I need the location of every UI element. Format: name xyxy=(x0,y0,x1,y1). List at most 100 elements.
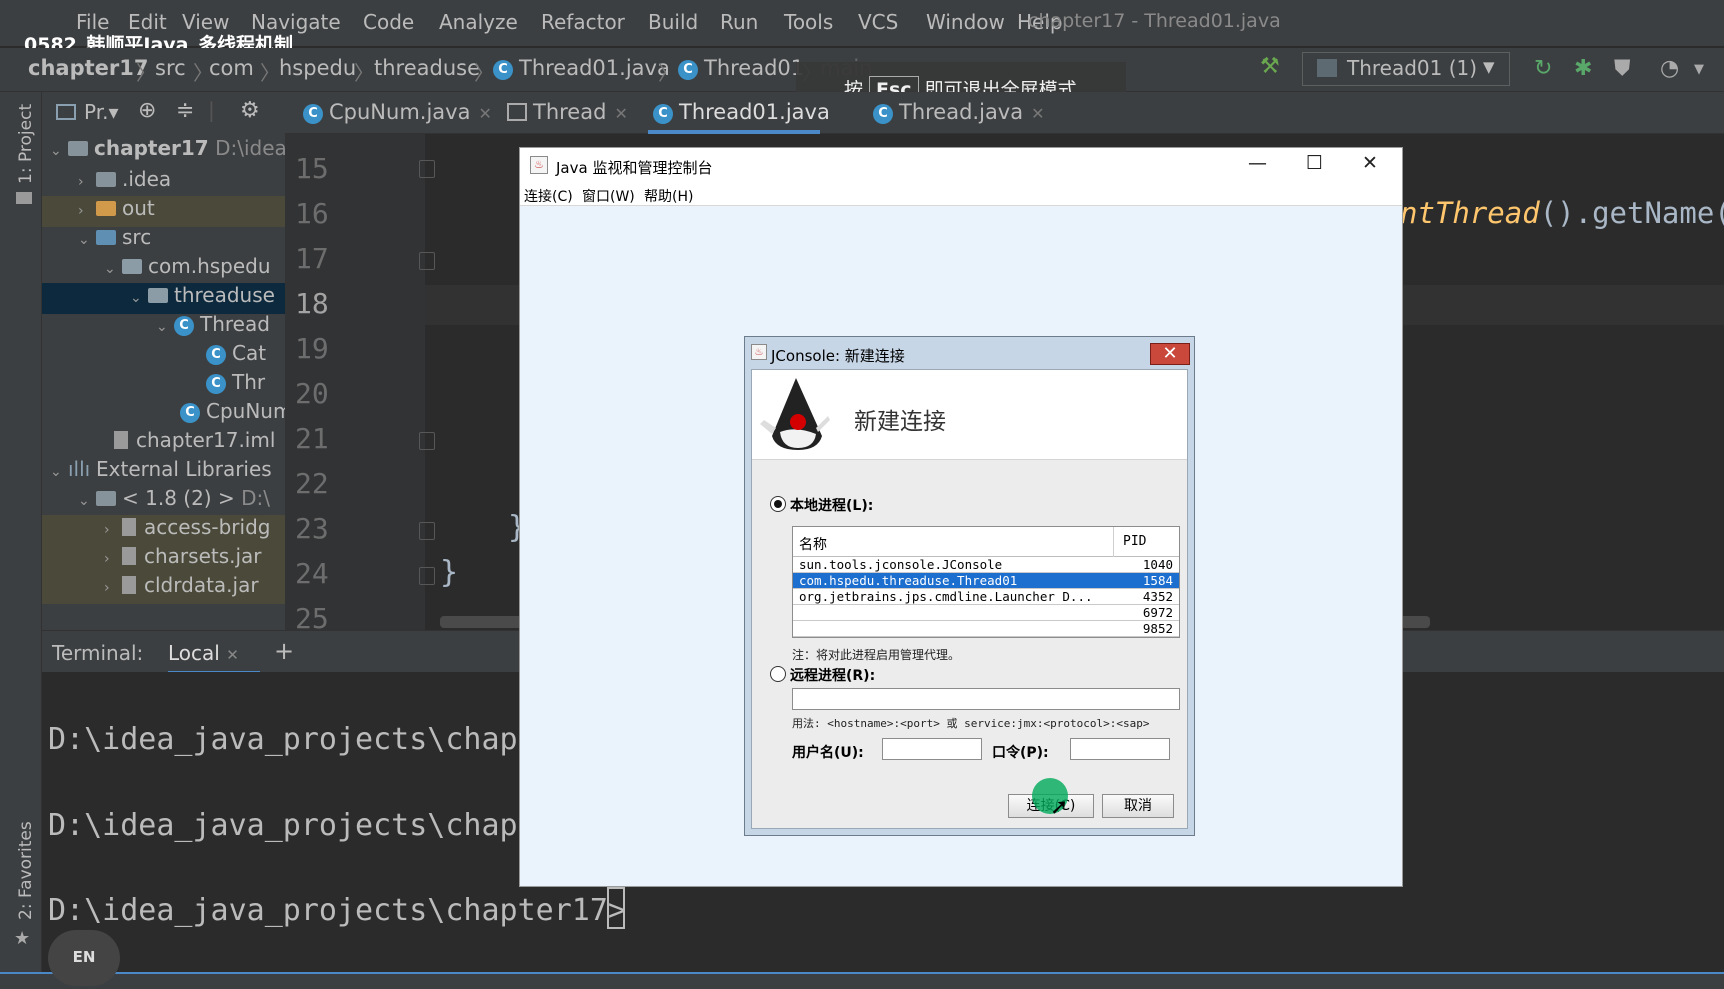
tree-item-thr[interactable]: C Thr xyxy=(42,370,285,401)
cancel-button[interactable]: 取消 xyxy=(1102,794,1174,818)
add-terminal-button[interactable]: + xyxy=(274,637,294,665)
tree-item-external-libraries[interactable]: ⌄ ıllı External Libraries xyxy=(42,457,285,488)
menu-connection[interactable]: 连接(C) xyxy=(524,186,573,206)
local-process-radio[interactable] xyxy=(770,496,786,512)
breadcrumb-com[interactable]: com xyxy=(209,56,254,80)
fold-marker-icon[interactable] xyxy=(419,522,435,540)
username-input[interactable] xyxy=(882,738,982,760)
menu-refactor[interactable]: Refactor xyxy=(541,10,625,34)
coverage-shield-icon[interactable]: ⛊ xyxy=(1614,56,1631,81)
fold-marker-icon[interactable] xyxy=(419,567,435,585)
tree-label: chapter17.iml xyxy=(136,428,276,452)
run-configuration-select[interactable]: Thread01 (1) ▼ xyxy=(1302,52,1510,86)
tree-item-com-hspedu[interactable]: ⌄ com.hspedu xyxy=(42,254,285,285)
tree-item-charsets[interactable]: › charsets.jar xyxy=(42,544,285,575)
close-icon[interactable]: ✕ xyxy=(1031,104,1044,123)
chevron-down-icon[interactable]: ⌄ xyxy=(50,143,68,159)
menu-window[interactable]: Window xyxy=(926,10,1005,34)
tab-thread-java[interactable]: C Thread.java ✕ xyxy=(873,100,1045,124)
chevron-down-icon[interactable]: ⌄ xyxy=(78,232,96,248)
tab-cpunum[interactable]: C CpuNum.java ✕ xyxy=(303,100,492,124)
class-icon: C xyxy=(180,403,200,423)
line-number: 23 xyxy=(295,512,329,545)
favorites-tool-tab[interactable]: 2: Favorites xyxy=(16,821,36,920)
table-row[interactable]: sun.tools.jconsole.JConsole 1040 xyxy=(793,557,1179,573)
password-input[interactable] xyxy=(1070,738,1170,760)
menu-window[interactable]: 窗口(W) xyxy=(582,186,635,206)
table-row-selected[interactable]: com.hspedu.threaduse.Thread01 1584 xyxy=(793,573,1179,589)
menu-code[interactable]: Code xyxy=(363,10,414,34)
chevron-down-icon[interactable]: ⌄ xyxy=(156,319,174,335)
menu-analyze[interactable]: Analyze xyxy=(439,10,518,34)
jdk-folder-icon xyxy=(96,491,116,506)
project-view-select[interactable]: Pr.▾ xyxy=(84,100,119,124)
tree-item-cat[interactable]: C Cat xyxy=(42,341,285,372)
chevron-right-icon[interactable]: › xyxy=(104,580,122,596)
maximize-icon[interactable]: ☐ xyxy=(1306,152,1323,174)
locate-target-icon[interactable]: ⊕ xyxy=(138,98,156,123)
chevron-right-icon[interactable]: › xyxy=(78,203,96,219)
menu-help[interactable]: 帮助(H) xyxy=(644,186,693,206)
debug-bug-icon[interactable]: ✱ xyxy=(1574,56,1592,81)
chevron-down-icon[interactable]: ⌄ xyxy=(104,261,122,277)
menu-run[interactable]: Run xyxy=(720,10,758,34)
tree-item-cpunum[interactable]: C CpuNum xyxy=(42,399,285,430)
build-hammer-icon[interactable]: ⚒ xyxy=(1260,54,1280,79)
tree-item-jdk[interactable]: ⌄ < 1.8 (2) > D:\ xyxy=(42,486,285,517)
tree-item-threaduse[interactable]: ⌄ threaduse xyxy=(42,283,285,314)
tree-item-src[interactable]: ⌄ src xyxy=(42,225,285,256)
tree-item-idea[interactable]: › .idea xyxy=(42,167,285,198)
table-row[interactable]: 9852 xyxy=(793,621,1179,637)
chevron-down-icon[interactable]: ⌄ xyxy=(50,464,68,480)
menu-vcs[interactable]: VCS xyxy=(858,10,898,34)
process-pid: 6972 xyxy=(1142,605,1173,620)
tree-item-thread-class[interactable]: ⌄ C Thread xyxy=(42,312,285,343)
tree-item-iml[interactable]: chapter17.iml xyxy=(42,428,285,459)
minimize-icon[interactable]: — xyxy=(1248,152,1267,174)
tree-item-access-bridge[interactable]: › access-bridg xyxy=(42,515,285,546)
close-button[interactable]: ✕ xyxy=(1150,343,1190,365)
gear-icon[interactable]: ⚙ xyxy=(240,98,260,123)
profile-icon[interactable]: ◔ xyxy=(1660,56,1679,81)
column-name[interactable]: 名称 xyxy=(799,534,827,554)
tab-thread01[interactable]: C Thread01.java xyxy=(653,100,830,124)
remote-process-input[interactable] xyxy=(792,688,1180,710)
breadcrumb-src[interactable]: src xyxy=(155,56,186,80)
close-icon[interactable]: ✕ xyxy=(1362,152,1378,174)
collapse-all-icon[interactable]: ≑ xyxy=(176,98,194,123)
fold-marker-icon[interactable] xyxy=(419,252,435,270)
close-icon[interactable]: ✕ xyxy=(614,104,627,123)
star-icon: ★ xyxy=(14,928,31,949)
rerun-icon[interactable]: ↻ xyxy=(1534,56,1552,81)
table-row[interactable]: org.jetbrains.jps.cmdline.Launcher D... 4… xyxy=(793,589,1179,605)
close-icon[interactable]: ✕ xyxy=(226,646,239,664)
remote-process-radio[interactable] xyxy=(770,666,786,682)
menu-tools[interactable]: Tools xyxy=(784,10,833,34)
close-icon[interactable]: ✕ xyxy=(478,104,491,123)
caret-down-icon[interactable]: ▼ xyxy=(1694,62,1704,77)
chevron-right-icon[interactable]: › xyxy=(104,522,122,538)
tree-label: Thr xyxy=(232,370,266,394)
tree-item-out[interactable]: › out xyxy=(42,196,285,227)
chevron-right-icon[interactable]: › xyxy=(104,551,122,567)
table-row[interactable]: 6972 xyxy=(793,605,1179,621)
line-number: 22 xyxy=(295,467,329,500)
fold-marker-icon[interactable] xyxy=(419,160,435,178)
tree-item-cldrdata[interactable]: › cldrdata.jar xyxy=(42,573,285,604)
chevron-down-icon[interactable]: ⌄ xyxy=(130,290,148,306)
breadcrumb-class[interactable]: C Thread01 xyxy=(678,56,804,80)
terminal-tab-local[interactable]: Local ✕ xyxy=(168,641,260,674)
breadcrumb-file[interactable]: C Thread01.java xyxy=(493,56,670,80)
breadcrumb-threaduse[interactable]: threaduse xyxy=(374,56,480,80)
chevron-right-icon[interactable]: › xyxy=(78,174,96,190)
column-pid[interactable]: PID xyxy=(1123,534,1146,549)
chevron-down-icon[interactable]: ⌄ xyxy=(78,493,96,509)
tab-thread-dump[interactable]: Thread ✕ xyxy=(507,100,628,124)
menu-build[interactable]: Build xyxy=(648,10,698,34)
breadcrumb-project[interactable]: chapter17 xyxy=(28,56,148,80)
project-tool-tab[interactable]: 1: Project xyxy=(16,104,36,184)
tree-item-chapter17[interactable]: ⌄ chapter17 D:\idea xyxy=(42,136,285,167)
process-table[interactable]: 名称 PID sun.tools.jconsole.JConsole 1040 c… xyxy=(792,526,1180,638)
fold-marker-icon[interactable] xyxy=(419,432,435,450)
breadcrumb-hspedu[interactable]: hspedu xyxy=(279,56,356,80)
